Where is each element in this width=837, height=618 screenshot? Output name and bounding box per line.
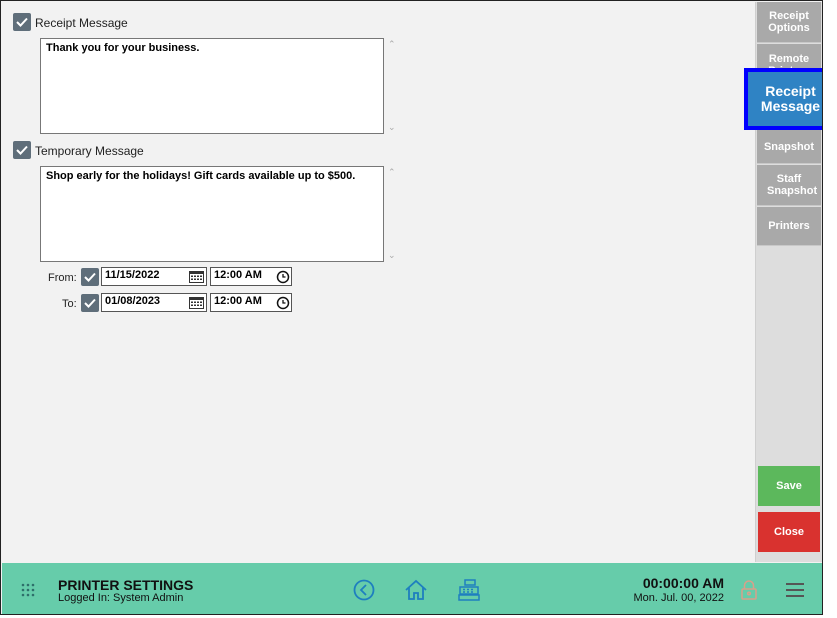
sidebar-item-remote-printers[interactable]: Remote Printers [757, 44, 821, 69]
footer-bar: PRINTER SETTINGS Logged In: System Admin… [2, 563, 822, 614]
sidebar-item-label: Receipt Options [768, 10, 810, 34]
from-time-value: 12:00 AM [214, 269, 262, 281]
scroll-up-icon[interactable]: ⌃ [388, 167, 396, 178]
to-time-field[interactable]: 12:00 AM [210, 293, 292, 312]
scroll-down-icon[interactable]: ⌄ [388, 250, 396, 261]
clock-date: Mon. Jul. 00, 2022 [633, 592, 724, 604]
close-button[interactable]: Close [758, 512, 820, 552]
lock-icon[interactable] [740, 579, 758, 601]
from-date-field[interactable]: 11/15/2022 [101, 267, 207, 286]
sidebar-item-label: Receipt Message [760, 83, 821, 114]
page-title: PRINTER SETTINGS [58, 577, 194, 593]
from-checkbox[interactable] [81, 268, 99, 286]
main-panel: Receipt Message Thank you for your busin… [2, 2, 755, 562]
temporary-message-label: Temporary Message [35, 144, 144, 158]
clock-icon[interactable] [276, 270, 290, 284]
from-label: From: [48, 272, 77, 284]
clock-time: 00:00:00 AM [642, 575, 724, 591]
from-time-field[interactable]: 12:00 AM [210, 267, 292, 286]
receipt-message-textarea[interactable]: Thank you for your business. [40, 38, 384, 134]
sidebar-item-snapshot[interactable]: Snapshot [757, 130, 821, 164]
calendar-icon[interactable] [189, 270, 204, 283]
scroll-down-icon[interactable]: ⌄ [388, 122, 396, 133]
checkmark-icon [84, 272, 96, 282]
checkmark-icon [84, 298, 96, 308]
sidebar-item-label: Printers [768, 220, 810, 232]
cash-register-icon[interactable] [457, 578, 481, 602]
logged-in-user: Logged In: System Admin [58, 592, 184, 604]
checkmark-icon [16, 145, 28, 155]
receipt-message-label: Receipt Message [35, 16, 128, 30]
back-circle-icon[interactable] [353, 579, 375, 601]
clock-icon[interactable] [276, 296, 290, 310]
to-time-value: 12:00 AM [214, 295, 262, 307]
from-date-value: 11/15/2022 [105, 269, 160, 281]
sidebar-item-staff-snapshot[interactable]: Staff Snapshot [757, 165, 821, 206]
receipt-message-checkbox[interactable] [13, 13, 31, 31]
scroll-up-icon[interactable]: ⌃ [388, 39, 396, 50]
sidebar-item-label: Remote Printers [768, 53, 810, 68]
hamburger-menu-icon[interactable] [785, 582, 805, 598]
save-button[interactable]: Save [758, 466, 820, 506]
calendar-icon[interactable] [189, 296, 204, 309]
to-checkbox[interactable] [81, 294, 99, 312]
temporary-message-textarea[interactable]: Shop early for the holidays! Gift cards … [40, 166, 384, 262]
to-date-field[interactable]: 01/08/2023 [101, 293, 207, 312]
sidebar-item-printers[interactable]: Printers [757, 207, 821, 246]
temporary-message-checkbox[interactable] [13, 141, 31, 159]
checkmark-icon [16, 17, 28, 27]
sidebar-item-receipt-message[interactable]: Receipt Message [744, 68, 822, 130]
to-label: To: [62, 298, 77, 310]
sidebar-item-label: Staff Snapshot [767, 173, 818, 197]
grid-dots-icon[interactable] [21, 583, 35, 597]
to-date-value: 01/08/2023 [105, 295, 161, 307]
sidebar-item-receipt-options[interactable]: Receipt Options [757, 2, 821, 43]
app-window: Receipt Message Thank you for your busin… [0, 0, 823, 615]
sidebar-item-label: Snapshot [763, 140, 815, 153]
home-icon[interactable] [404, 579, 428, 601]
